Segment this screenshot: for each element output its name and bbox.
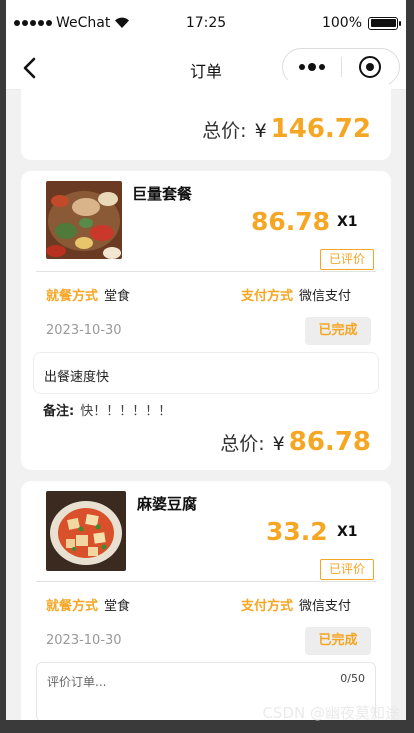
dish-quantity: X1 xyxy=(337,524,358,540)
pay-method-label: 支付方式 xyxy=(241,289,294,304)
total-price: 146.72 xyxy=(270,114,371,144)
order-card: 麻婆豆腐 33.2 X1 已评价 就餐方式 堂食 支付方式 微信支付 2023-10… xyxy=(21,481,391,720)
dine-method: 就餐方式 堂食 xyxy=(46,595,130,614)
pay-method: 支付方式 微信支付 xyxy=(241,285,351,304)
dine-method-value: 堂食 xyxy=(104,599,131,614)
battery-group: 100% xyxy=(321,15,401,31)
order-list[interactable]: 总价: ¥ 146.72 巨量套餐 86.78 X1 已评价 就餐方式 堂食 支… xyxy=(6,80,406,720)
pay-method-label: 支付方式 xyxy=(241,599,294,614)
currency-symbol: ¥ xyxy=(272,433,285,455)
dine-method-value: 堂食 xyxy=(104,289,131,304)
order-card: 巨量套餐 86.78 X1 已评价 就餐方式 堂食 支付方式 微信支付 2023-1… xyxy=(21,171,391,470)
pay-method: 支付方式 微信支付 xyxy=(241,595,351,614)
total-price-row: 总价: ¥ 86.78 xyxy=(220,427,371,457)
dish-price: 33.2 xyxy=(266,517,328,546)
remark-label: 备注: xyxy=(43,404,75,419)
currency-symbol: ¥ xyxy=(254,120,267,142)
total-label: 总价: xyxy=(202,120,247,142)
battery-percent: 100% xyxy=(321,15,362,31)
review-comment: 出餐速度快 xyxy=(33,352,379,394)
divider xyxy=(36,271,376,272)
order-card-previous: 总价: ¥ 146.72 xyxy=(21,80,391,160)
divider xyxy=(36,581,376,582)
pay-method-value: 微信支付 xyxy=(299,289,352,304)
order-date: 2023-10-30 xyxy=(46,633,122,648)
remark-value: 快！！！！！！ xyxy=(80,404,172,419)
character-counter: 0/50 xyxy=(340,672,365,685)
watermark: CSDN @幽夜莫知途 xyxy=(262,704,400,722)
total-price-row: 总价: ¥ 146.72 xyxy=(202,114,371,144)
rated-button[interactable]: 已评价 xyxy=(320,559,374,580)
close-target-icon[interactable] xyxy=(341,56,399,78)
battery-icon xyxy=(368,16,401,30)
dish-image xyxy=(46,181,122,259)
order-remark: 备注: 快！！！！！！ xyxy=(43,400,171,419)
dish-name: 巨量套餐 xyxy=(132,185,193,203)
pay-method-value: 微信支付 xyxy=(299,599,352,614)
dine-method-label: 就餐方式 xyxy=(46,599,99,614)
status-bar: WeChat 17:25 100% xyxy=(6,0,406,46)
dish-quantity: X1 xyxy=(337,214,358,230)
dine-method-label: 就餐方式 xyxy=(46,289,99,304)
more-dots-icon[interactable] xyxy=(283,62,341,71)
status-badge: 已完成 xyxy=(305,317,371,345)
order-date: 2023-10-30 xyxy=(46,323,122,338)
dish-price: 86.78 xyxy=(251,207,331,236)
total-label: 总价: xyxy=(220,433,265,455)
dish-name: 麻婆豆腐 xyxy=(137,495,198,513)
total-price: 86.78 xyxy=(288,427,371,457)
dine-method: 就餐方式 堂食 xyxy=(46,285,130,304)
phone-screen: WeChat 17:25 100% 订单 总价: ¥ 146.72 巨量套餐 8… xyxy=(6,0,406,720)
status-badge: 已完成 xyxy=(305,627,371,655)
rated-button[interactable]: 已评价 xyxy=(320,249,374,270)
dish-image xyxy=(46,491,126,571)
